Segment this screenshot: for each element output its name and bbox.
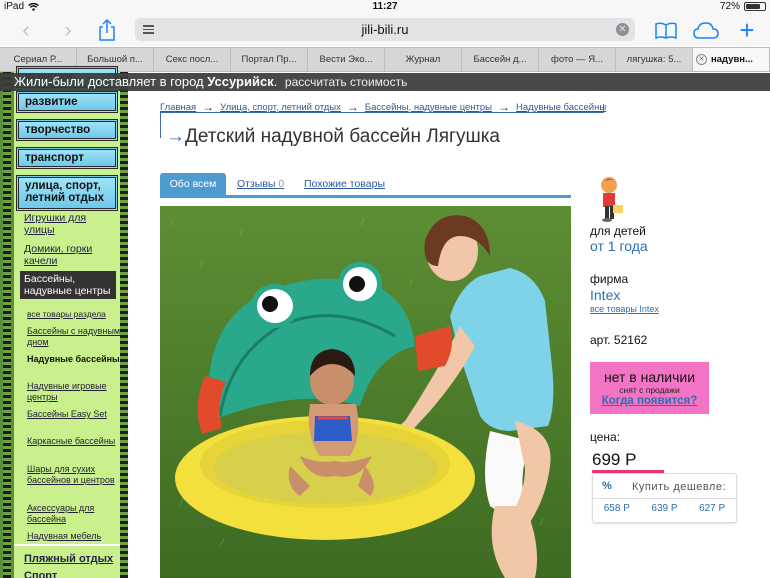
age-value[interactable]: от 1 года	[590, 238, 648, 254]
bookmarks-icon[interactable]	[654, 17, 678, 43]
breadcrumb-line	[160, 112, 161, 138]
tab[interactable]: фото — Я...	[539, 48, 616, 71]
tab-reviews-label: Отзывы	[237, 178, 276, 190]
breadcrumb-pools[interactable]: Бассейны, надувные центры	[365, 102, 492, 113]
stock-note: снят с продажи	[619, 385, 680, 395]
tab[interactable]: Журнал	[385, 48, 462, 71]
discount-price[interactable]: 627 Р	[699, 503, 725, 514]
tab[interactable]: Вести Эко...	[308, 48, 385, 71]
discount-price[interactable]: 658 Р	[604, 503, 630, 514]
discount-prices: 658 Р 639 Р 627 Р	[593, 503, 736, 514]
sidebar-leaf[interactable]: Надувные игровые центры	[27, 381, 123, 403]
back-icon[interactable]: ‹	[14, 17, 38, 43]
battery-icon	[744, 2, 766, 11]
tab-reviews-count: 0	[278, 178, 285, 190]
close-tab-icon[interactable]: ✕	[696, 54, 707, 65]
tab-similar[interactable]: Похожие товары	[304, 173, 385, 195]
firm-link[interactable]: Intex	[590, 287, 620, 303]
sidebar-leaf-current[interactable]: Надувные бассейны	[27, 354, 123, 365]
forward-icon[interactable]: ›	[56, 17, 80, 43]
breadcrumb-inflatable[interactable]: Надувные бассейны	[516, 102, 606, 113]
sidebar-leaf[interactable]: Шары для сухих бассейнов и центров	[27, 464, 123, 486]
notify-when-available-link[interactable]: Когда появится?	[590, 395, 709, 407]
status-bar: iPad 11:27 72%	[0, 0, 770, 14]
firm-label: фирма	[590, 272, 629, 286]
clock: 11:27	[372, 1, 398, 12]
banner-calc-link[interactable]: рассчитать стоимость	[285, 75, 407, 89]
url-text: jili-bili.ru	[361, 22, 409, 37]
tab-about[interactable]: Обо всем	[160, 173, 226, 195]
sidebar-sub-pools[interactable]: Бассейны, надувные центры	[20, 271, 116, 299]
battery-percent: 72%	[719, 1, 740, 12]
price-value: 699 Р	[592, 450, 637, 469]
for-kids-label: для детей	[590, 224, 646, 238]
article-number: арт. 52162	[590, 333, 648, 347]
sidebar-cat-outdoor[interactable]: улица, спорт, летний отдых	[16, 175, 118, 211]
sidebar-sub-houses[interactable]: Домики, горки качели	[24, 243, 118, 267]
icloud-tabs-icon[interactable]	[692, 17, 720, 43]
breadcrumb-line	[160, 112, 604, 113]
arrow-right-icon: →	[166, 126, 185, 147]
breadcrumb-home[interactable]: Главная	[160, 102, 196, 113]
sidebar-cat-beach[interactable]: Пляжный отдых	[24, 553, 118, 565]
sidebar-leaf[interactable]: Надувная мебель	[27, 531, 123, 542]
new-tab-icon[interactable]: +	[736, 15, 758, 45]
ipad-screen: iPad 11:27 72% ‹ › jili-bili.ru ✕ + Сери…	[0, 0, 770, 578]
sidebar-leaf[interactable]: Бассейны Easy Set	[27, 409, 123, 420]
breadcrumb-line	[603, 104, 604, 113]
sidebar-leaf[interactable]: Аксессуары для бассейна	[27, 503, 123, 525]
banner-city[interactable]: Уссурийск	[207, 74, 273, 89]
sidebar: игрушки развитие творчество транспорт ул…	[0, 66, 128, 578]
sidebar-cat-development[interactable]: развитие	[16, 91, 118, 113]
tab-active[interactable]: ✕ надувн...	[693, 48, 770, 71]
sidebar-cat-sport[interactable]: Спорт	[24, 570, 118, 578]
sidebar-cat-transport[interactable]: транспорт	[16, 147, 118, 169]
tab-active-label: надувн...	[711, 54, 753, 65]
page-title-text: Детский надувной бассейн Лягушка	[185, 126, 500, 147]
sidebar-leaf[interactable]: Каркасные бассейны	[27, 436, 123, 447]
divider	[593, 498, 736, 499]
sidebar-divider	[14, 544, 120, 546]
stock-status: нет в наличии	[603, 369, 696, 385]
tab[interactable]: Секс посл...	[154, 48, 231, 71]
browser-toolbar: ‹ › jili-bili.ru ✕ +	[0, 14, 770, 46]
clear-icon[interactable]: ✕	[616, 23, 629, 36]
discount-price[interactable]: 639 Р	[651, 503, 677, 514]
tab[interactable]: лягушка: 5...	[616, 48, 693, 71]
banner-prefix: Жили-были доставляет в город	[14, 74, 204, 89]
product-tabs: Обо всем Отзывы 0 Похожие товары	[160, 173, 571, 198]
tab-reviews[interactable]: Отзывы 0	[237, 173, 284, 195]
stock-status-box: нет в наличии снят с продажи Когда появи…	[590, 362, 709, 414]
delivery-banner: Жили-были доставляет в город Уссурийск. …	[0, 73, 770, 91]
all-firm-goods-link[interactable]: все товары Intex	[590, 304, 659, 314]
tab[interactable]: Бассейн д...	[462, 48, 539, 71]
buy-cheaper-box[interactable]: % Купить дешевле: 658 Р 639 Р 627 Р	[592, 473, 737, 523]
buy-cheaper-label: Купить дешевле:	[632, 481, 726, 493]
sidebar-leaf[interactable]: Бассейны с надувным дном	[27, 326, 123, 348]
sidebar-cat-creativity[interactable]: творчество	[16, 119, 118, 141]
share-icon[interactable]	[96, 17, 118, 43]
percent-icon: %	[602, 480, 612, 492]
address-bar[interactable]: jili-bili.ru ✕	[135, 18, 635, 41]
product-photo[interactable]	[160, 206, 571, 578]
page-title: →Детский надувной бассейн Лягушка	[166, 126, 500, 148]
sidebar-sub-outdoor-toys[interactable]: Игрушки для улицы	[24, 212, 118, 236]
sidebar-all-section[interactable]: все товары раздела	[27, 309, 123, 320]
tab[interactable]: Портал Пр...	[231, 48, 308, 71]
breadcrumb-outdoor[interactable]: Улица, спорт, летний отдых	[220, 102, 341, 113]
sidebar-border-left	[3, 72, 11, 578]
price-label: цена:	[590, 430, 621, 444]
child-figure-icon	[601, 177, 623, 222]
